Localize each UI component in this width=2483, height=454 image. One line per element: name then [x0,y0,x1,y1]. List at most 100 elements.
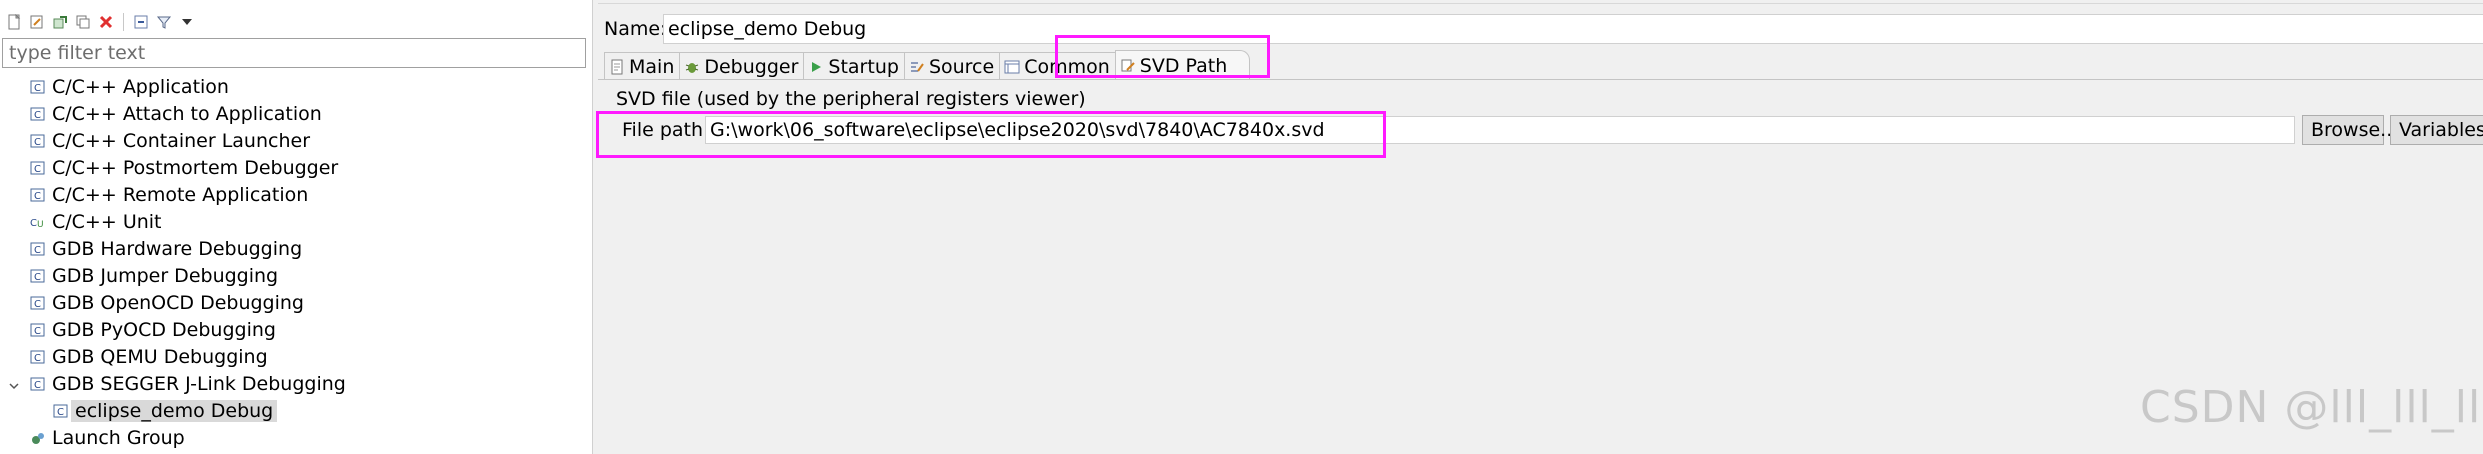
c-config-icon: C [30,187,46,203]
c-config-icon: C [30,79,46,95]
tab-label: Main [629,55,675,78]
export-icon[interactable] [50,12,70,32]
collapse-all-icon[interactable] [131,12,151,32]
common-tab-icon [1004,59,1020,75]
tree-item-label: C/C++ Attach to Application [52,102,322,125]
file-path-label: File path: [622,119,710,141]
tree-item-label: GDB Hardware Debugging [52,237,303,260]
new-document-icon[interactable] [4,12,24,32]
name-label: Name: [604,18,667,40]
tab-source[interactable]: Source [903,52,1001,80]
tree-item-label: eclipse_demo Debug [71,399,278,422]
tab-svd-path[interactable]: SVD Path [1114,50,1251,80]
source-tab-icon [909,59,925,75]
tree-item-label: GDB OpenOCD Debugging [52,291,304,314]
tree-item-label: GDB SEGGER J-Link Debugging [52,372,346,395]
tab-label: Startup [828,55,899,78]
tree-item-label: C/C++ Postmortem Debugger [52,156,339,179]
startup-tab-icon [808,59,824,75]
svg-text:C: C [34,83,41,94]
watermark: CSDN @lll_lll_lll [2140,382,2483,433]
svg-text:C: C [34,326,41,337]
tree-item-label: C/C++ Container Launcher [52,129,311,152]
tree-item-label: GDB PyOCD Debugging [52,318,276,341]
tree-item-eclipse-demo-debug[interactable]: C eclipse_demo Debug [53,397,278,424]
tree-item-cpp-remote[interactable]: C C/C++ Remote Application [30,181,308,208]
tab-label: Debugger [704,55,799,78]
svg-text:C: C [34,245,41,256]
tab-label: Common [1024,55,1110,78]
main-tab-icon [609,59,625,75]
config-tabs: Main Debugger Startup Source Common SVD … [604,50,1251,80]
svg-text:C: C [34,137,41,148]
name-row: Name: [598,14,666,44]
tree-item-cpp-container[interactable]: C C/C++ Container Launcher [30,127,310,154]
c-config-icon: C [30,160,46,176]
svg-text:C: C [57,407,64,418]
c-config-icon: C [30,295,46,311]
launch-config-toolbar [0,8,593,36]
toolbar-separator [123,13,124,31]
filter-input[interactable] [2,38,586,68]
tree-item-gdb-segger-jlink[interactable]: C GDB SEGGER J-Link Debugging [30,370,346,397]
c-config-icon: C [30,268,46,284]
file-path-input[interactable] [705,116,2295,144]
tree-item-label: C/C++ Unit [52,210,162,233]
tab-main[interactable]: Main [604,52,681,80]
browse-button[interactable]: Browse... [2302,115,2398,145]
top-divider [598,0,2483,4]
delete-icon[interactable] [96,12,116,32]
tab-common[interactable]: Common [999,52,1116,80]
duplicate-icon[interactable] [73,12,93,32]
svg-text:C: C [34,353,41,364]
tree-item-label: GDB QEMU Debugging [52,345,268,368]
c-config-icon: C [30,322,46,338]
tree-item-label: C/C++ Remote Application [52,183,309,206]
expand-chevron-down-icon[interactable] [6,378,22,394]
tab-debugger[interactable]: Debugger [679,52,805,80]
svg-text:C: C [34,299,41,310]
c-config-icon: C [30,133,46,149]
svg-text:C: C [34,272,41,283]
tree-item-launch-group[interactable]: Launch Group [30,424,185,451]
tree-item-gdb-hardware[interactable]: C GDB Hardware Debugging [30,235,302,262]
name-input[interactable] [663,14,2483,44]
svd-section-label: SVD file (used by the peripheral registe… [616,88,1086,110]
c-config-icon: C [30,376,46,392]
tree-item-gdb-openocd[interactable]: C GDB OpenOCD Debugging [30,289,304,316]
c-unit-icon: CU [30,214,46,230]
tree-item-label: Launch Group [52,426,185,449]
tree-item-cpp-attach[interactable]: C C/C++ Attach to Application [30,100,322,127]
tab-divider [598,79,2483,80]
launch-config-list-panel: C C/C++ Application C C/C++ Attach to Ap… [0,0,593,454]
svg-text:U: U [37,220,44,230]
svg-text:C: C [34,380,41,391]
svg-text:C: C [34,110,41,121]
c-config-icon: C [53,403,69,419]
new-prototype-icon[interactable] [27,12,47,32]
tree-item-cpp-postmortem[interactable]: C C/C++ Postmortem Debugger [30,154,338,181]
tree-item-label: C/C++ Application [52,75,229,98]
svd-tab-icon [1120,58,1136,74]
tree-item-gdb-qemu[interactable]: C GDB QEMU Debugging [30,343,268,370]
tree-item-gdb-jumper[interactable]: C GDB Jumper Debugging [30,262,278,289]
tab-label: SVD Path [1139,54,1228,77]
tab-label: Source [928,55,995,78]
c-config-icon: C [30,106,46,122]
c-config-icon: C [30,241,46,257]
tree-item-label: GDB Jumper Debugging [52,264,279,287]
c-config-icon: C [30,349,46,365]
launch-group-icon [30,430,46,446]
tree-item-gdb-pyocd[interactable]: C GDB PyOCD Debugging [30,316,276,343]
svg-text:C: C [34,164,41,175]
variables-button[interactable]: Variables... [2390,115,2483,145]
filter-icon[interactable] [154,12,174,32]
file-path-row: File path: Browse... Variables... [598,115,2483,145]
tree-item-cpp-application[interactable]: C C/C++ Application [30,73,229,100]
tab-startup[interactable]: Startup [803,52,905,80]
svg-text:C: C [34,191,41,202]
tree-item-cpp-unit[interactable]: CU C/C++ Unit [30,208,162,235]
view-menu-chevron-down-icon[interactable] [177,12,197,32]
svg-text:C: C [30,218,37,229]
debugger-tab-icon [684,59,700,75]
